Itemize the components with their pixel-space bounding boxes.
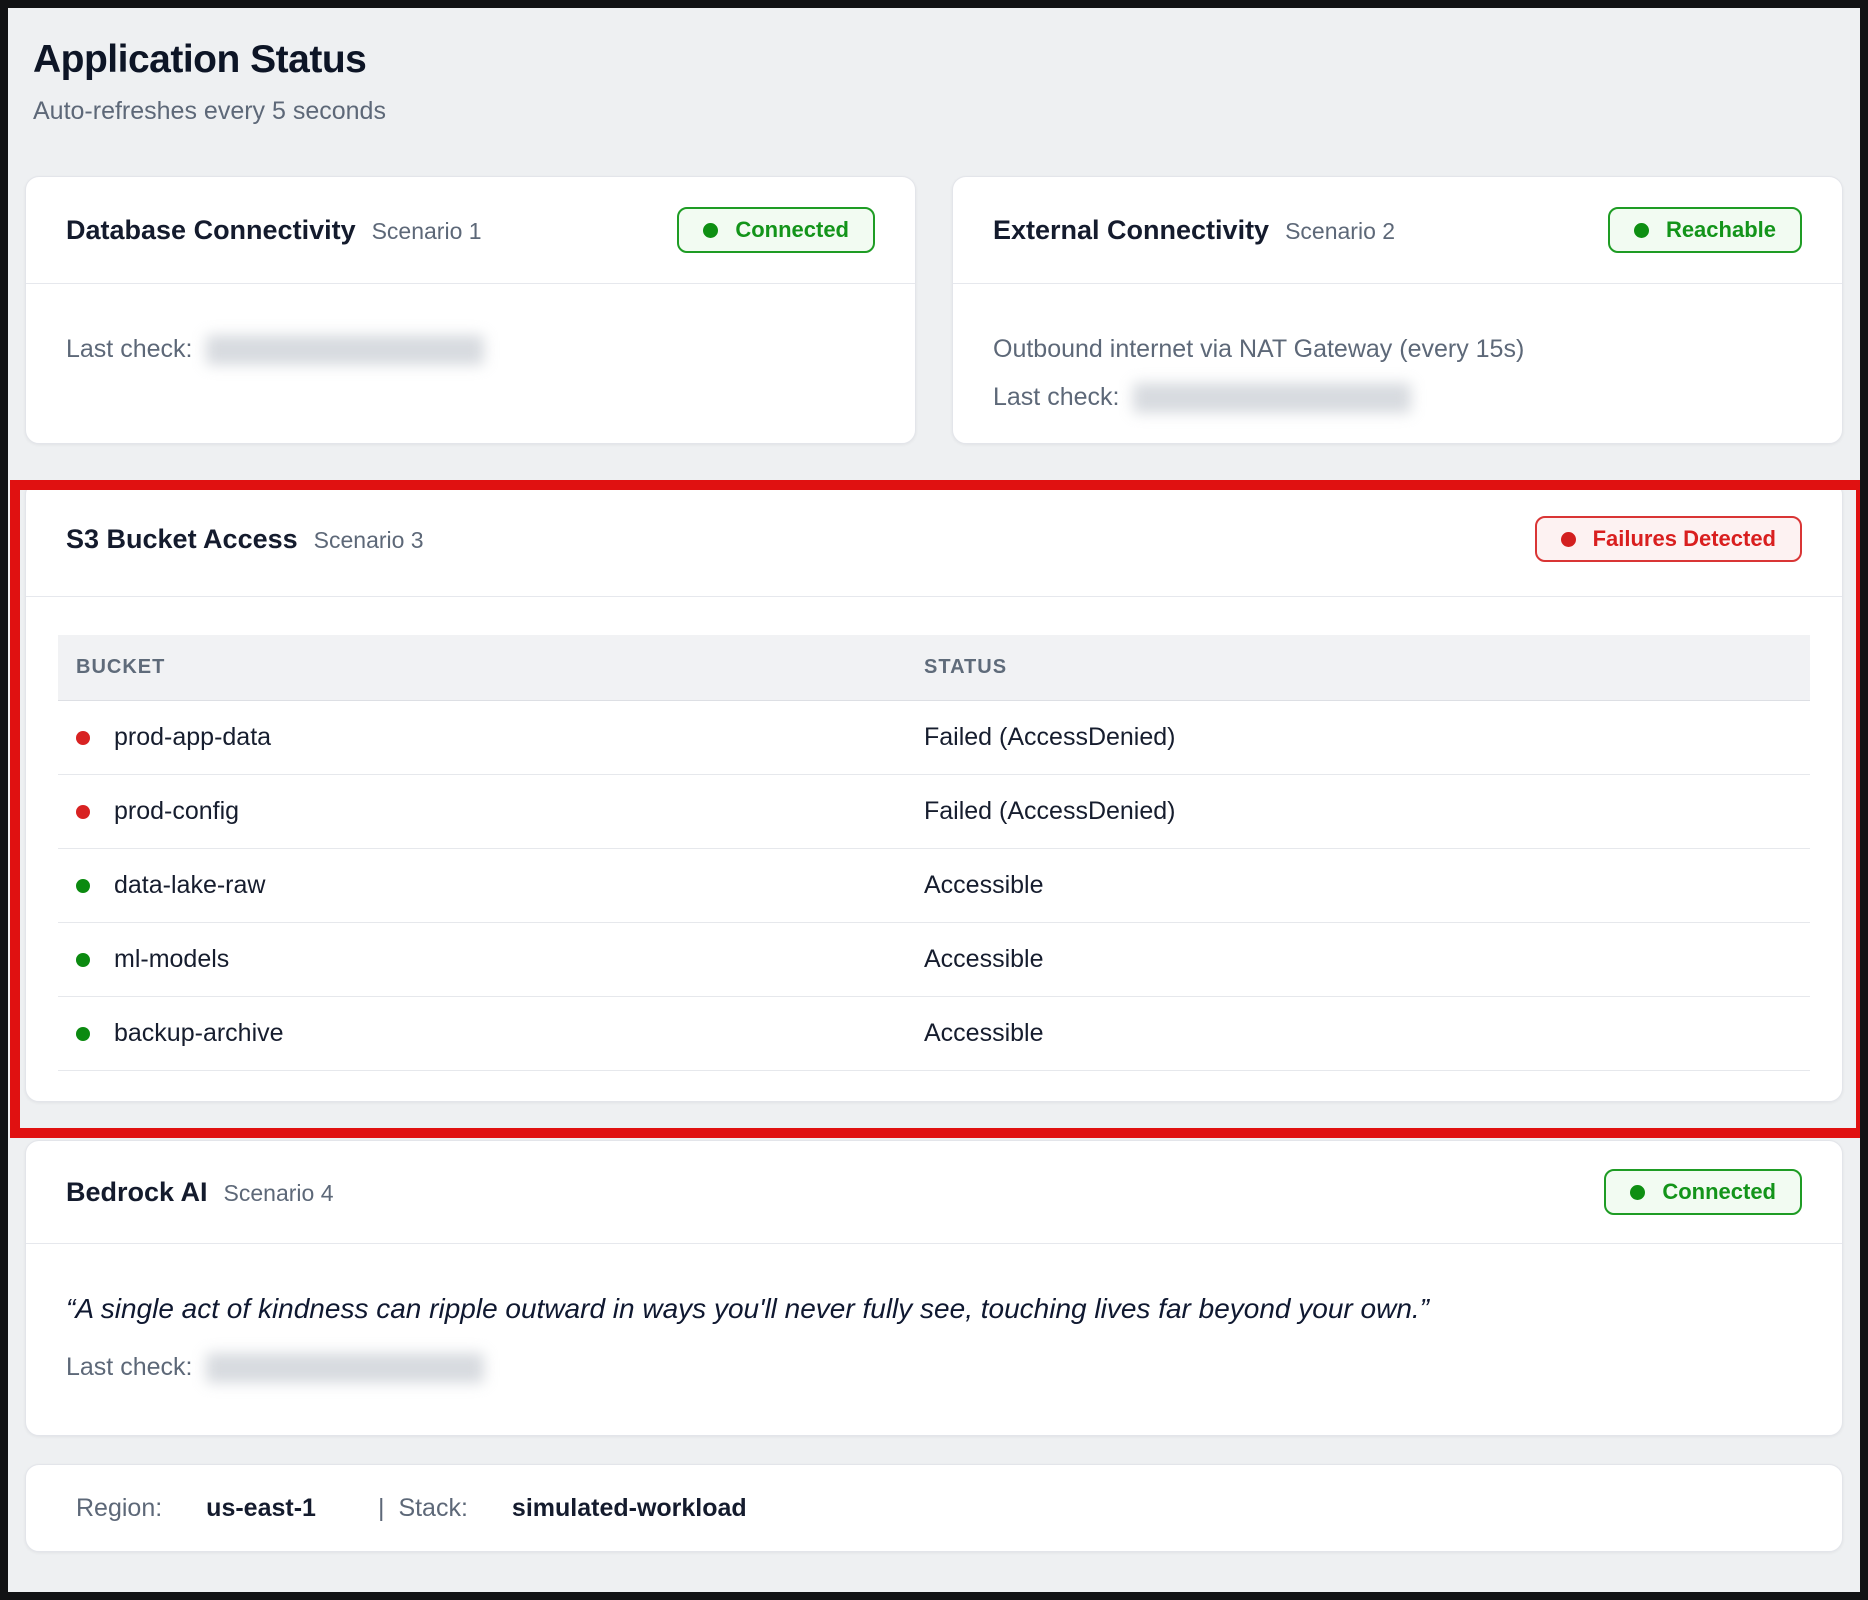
s3-bucket-access-card: S3 Bucket Access Scenario 3 Failures Det… [25,481,1843,1102]
s3-card-header: S3 Bucket Access Scenario 3 Failures Det… [26,482,1842,597]
bucket-name: ml-models [114,945,230,973]
region-value: us-east-1 [206,1493,316,1522]
database-last-check-label: Last check: [66,335,193,363]
bedrock-card-title: Bedrock AI [66,1176,208,1207]
blurred-timestamp [206,335,485,365]
ai-quote-text: “A single act of kindness can ripple out… [66,1293,1430,1324]
stack-label: Stack: [398,1493,468,1522]
external-card-header: External Connectivity Scenario 2 Reachab… [953,177,1842,284]
application-status-page: Application Status Auto-refreshes every … [0,0,1868,1600]
database-card-header: Database Connectivity Scenario 1 Connect… [26,177,915,284]
top-cards-row: Database Connectivity Scenario 1 Connect… [25,176,1843,444]
footer-separator: | [377,1493,385,1522]
table-row: prod-config Failed (AccessDenied) [58,774,1810,849]
bucket-name: data-lake-raw [114,871,266,899]
bedrock-status-badge: Connected [1604,1169,1802,1215]
external-status-badge-label: Reachable [1665,217,1776,242]
blurred-timestamp [206,1353,485,1383]
status-dot-icon [1633,222,1649,238]
table-row: prod-app-data Failed (AccessDenied) [58,700,1810,775]
footer-bar: Region: us-east-1 | Stack: simulated-wor… [25,1464,1843,1552]
table-header-row: BUCKET STATUS [58,635,1810,701]
external-card-title: External Connectivity [993,214,1270,245]
page-content: Application Status Auto-refreshes every … [8,8,1860,1552]
region-label: Region: [76,1493,163,1522]
bucket-status: Accessible [906,922,1810,997]
bucket-status: Failed (AccessDenied) [906,774,1810,849]
bedrock-scenario-label: Scenario 4 [223,1179,334,1206]
external-card-body: Outbound internet via NAT Gateway (every… [953,284,1842,443]
status-dot-icon [1560,531,1576,547]
external-description: Outbound internet via NAT Gateway (every… [993,335,1525,363]
status-column-header: STATUS [906,635,1810,701]
bucket-status: Accessible [906,848,1810,923]
s3-status-badge: Failures Detected [1534,516,1802,562]
database-status-badge: Connected [677,207,875,253]
external-connectivity-card: External Connectivity Scenario 2 Reachab… [952,176,1843,444]
blurred-timestamp [1133,383,1412,413]
bucket-status: Accessible [906,996,1810,1071]
s3-status-badge-label: Failures Detected [1592,526,1776,551]
bucket-name: backup-archive [114,1019,284,1047]
bucket-name: prod-app-data [114,723,272,751]
page-title: Application Status [33,38,367,81]
status-dot-icon [703,222,719,238]
bucket-status-table: BUCKET STATUS prod-app-data Failed (Acce… [58,635,1810,1071]
bedrock-ai-card: Bedrock AI Scenario 4 Connected “A singl… [25,1140,1843,1436]
auto-refresh-note: Auto-refreshes every 5 seconds [33,97,386,125]
external-status-badge: Reachable [1607,207,1802,253]
bucket-status-dot-icon [76,804,90,819]
database-card-body: Last check: [26,284,915,395]
database-status-badge-label: Connected [735,217,849,242]
bucket-status-dot-icon [76,730,90,745]
table-row: backup-archive Accessible [58,996,1810,1071]
bedrock-card-body: “A single act of kindness can ripple out… [26,1244,1842,1435]
s3-card-body: BUCKET STATUS prod-app-data Failed (Acce… [26,597,1842,1101]
bucket-status-dot-icon [76,952,90,967]
s3-card-title: S3 Bucket Access [66,523,298,554]
table-row: ml-models Accessible [58,922,1810,997]
database-card-title: Database Connectivity [66,214,356,245]
bucket-column-header: BUCKET [58,635,906,701]
bucket-status-dot-icon [76,878,90,893]
bedrock-card-header: Bedrock AI Scenario 4 Connected [26,1141,1842,1244]
table-row: data-lake-raw Accessible [58,848,1810,923]
database-scenario-label: Scenario 1 [371,217,482,244]
bucket-status: Failed (AccessDenied) [906,700,1810,775]
status-dot-icon [1630,1184,1646,1200]
stack-value: simulated-workload [511,1493,747,1522]
bucket-name: prod-config [114,797,240,825]
s3-scenario-label: Scenario 3 [313,526,424,553]
bucket-status-dot-icon [76,1026,90,1041]
external-scenario-label: Scenario 2 [1285,217,1396,244]
database-connectivity-card: Database Connectivity Scenario 1 Connect… [25,176,916,444]
bedrock-last-check-label: Last check: [66,1353,193,1381]
bedrock-status-badge-label: Connected [1662,1179,1776,1204]
external-last-check-label: Last check: [993,383,1120,411]
